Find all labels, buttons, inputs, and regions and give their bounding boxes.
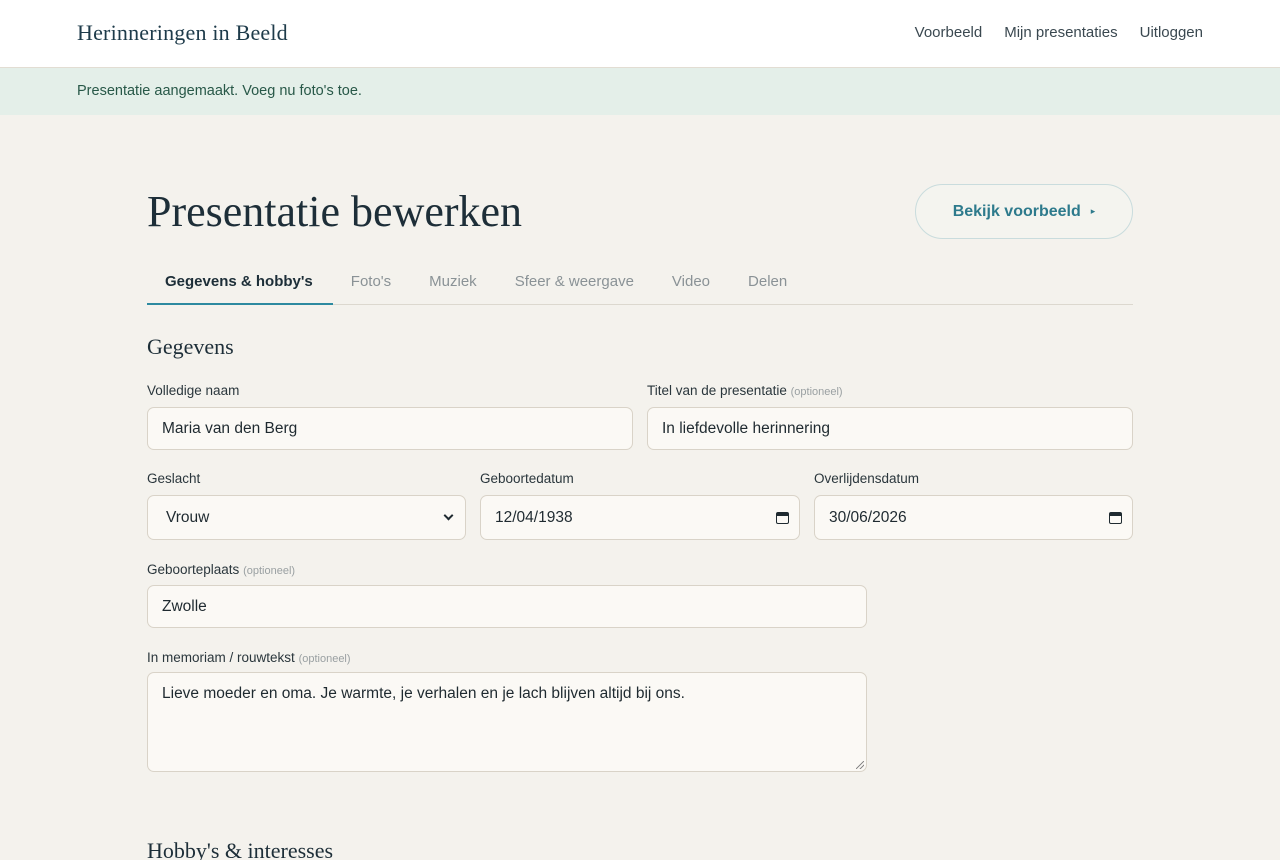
memoriam-label: In memoriam / rouwtekst (optioneel) — [147, 650, 351, 665]
birth-place-label-text: Geboorteplaats — [147, 562, 240, 577]
resize-handle-icon[interactable] — [856, 761, 864, 769]
tab-sfeer[interactable]: Sfeer & weergave — [497, 260, 654, 305]
presentation-title-value: In liefdevolle herinnering — [662, 419, 831, 437]
presentation-title-input[interactable]: In liefdevolle herinnering — [647, 407, 1133, 450]
birth-place-input[interactable]: Zwolle — [147, 585, 867, 628]
nav-uitloggen-link[interactable]: Uitloggen — [1140, 24, 1203, 41]
nav-voorbeeld-link[interactable]: Voorbeeld — [915, 24, 983, 41]
preview-button-label: Bekijk voorbeeld — [952, 202, 1081, 220]
gender-value: Vrouw — [166, 508, 210, 526]
memoriam-label-text: In memoriam / rouwtekst — [147, 650, 295, 665]
play-arrow-icon: ▸ — [1090, 206, 1096, 216]
death-date-label: Overlijdensdatum — [814, 471, 919, 486]
tab-muziek[interactable]: Muziek — [411, 260, 497, 305]
section-title-hobbies: Hobby's & interesses — [147, 838, 334, 860]
preview-button[interactable]: Bekijk voorbeeld ▸ — [915, 184, 1133, 239]
death-date-label-text: Overlijdensdatum — [814, 471, 920, 486]
section-title-gegevens: Gegevens — [147, 334, 234, 359]
calendar-icon[interactable] — [1098, 496, 1132, 539]
gender-select[interactable]: Vrouw — [147, 495, 466, 540]
memoriam-value: Lieve moeder en oma. Je warmte, je verha… — [162, 685, 685, 702]
birth-date-label: Geboortedatum — [480, 471, 574, 486]
tab-fotos[interactable]: Foto's — [333, 260, 411, 305]
top-header: Herinneringen in Beeld Voorbeeld Mijn pr… — [0, 0, 1280, 68]
calendar-icon[interactable] — [765, 496, 799, 539]
chevron-down-icon — [431, 496, 465, 539]
tab-video[interactable]: Video — [654, 260, 730, 305]
birth-place-value: Zwolle — [162, 597, 207, 615]
page-title: Presentatie bewerken — [147, 187, 523, 236]
presentation-title-label-text: Titel van de presentatie — [647, 383, 787, 398]
death-date-input[interactable]: 30/06/2026 — [814, 495, 1133, 540]
birth-date-value: 12/04/1938 — [495, 508, 573, 526]
full-name-label: Volledige naam — [147, 383, 239, 398]
edit-tabs: Gegevens & hobby's Foto's Muziek Sfeer &… — [147, 260, 1133, 305]
optional-hint: (optioneel) — [298, 653, 351, 665]
memoriam-textarea[interactable]: Lieve moeder en oma. Je warmte, je verha… — [147, 672, 867, 772]
nav-mijn-presentaties-link[interactable]: Mijn presentaties — [1004, 24, 1117, 41]
tab-gegevens[interactable]: Gegevens & hobby's — [147, 260, 333, 305]
birth-place-label: Geboorteplaats (optioneel) — [147, 562, 295, 577]
optional-hint: (optioneel) — [790, 386, 843, 398]
gender-label: Geslacht — [147, 471, 200, 486]
gender-label-text: Geslacht — [147, 471, 201, 486]
flash-banner: Presentatie aangemaakt. Voeg nu foto's t… — [0, 68, 1280, 115]
death-date-value: 30/06/2026 — [829, 508, 907, 526]
birth-date-input[interactable]: 12/04/1938 — [480, 495, 800, 540]
tab-delen[interactable]: Delen — [730, 260, 807, 305]
flash-message: Presentatie aangemaakt. Voeg nu foto's t… — [77, 83, 362, 99]
full-name-input[interactable]: Maria van den Berg — [147, 407, 633, 450]
brand-logo[interactable]: Herinneringen in Beeld — [77, 20, 288, 46]
main-nav: Voorbeeld Mijn presentaties Uitloggen — [915, 24, 1203, 41]
optional-hint: (optioneel) — [243, 565, 296, 577]
presentation-title-label: Titel van de presentatie (optioneel) — [647, 383, 843, 398]
birth-date-label-text: Geboortedatum — [480, 471, 574, 486]
full-name-label-text: Volledige naam — [147, 383, 240, 398]
full-name-value: Maria van den Berg — [162, 419, 298, 437]
